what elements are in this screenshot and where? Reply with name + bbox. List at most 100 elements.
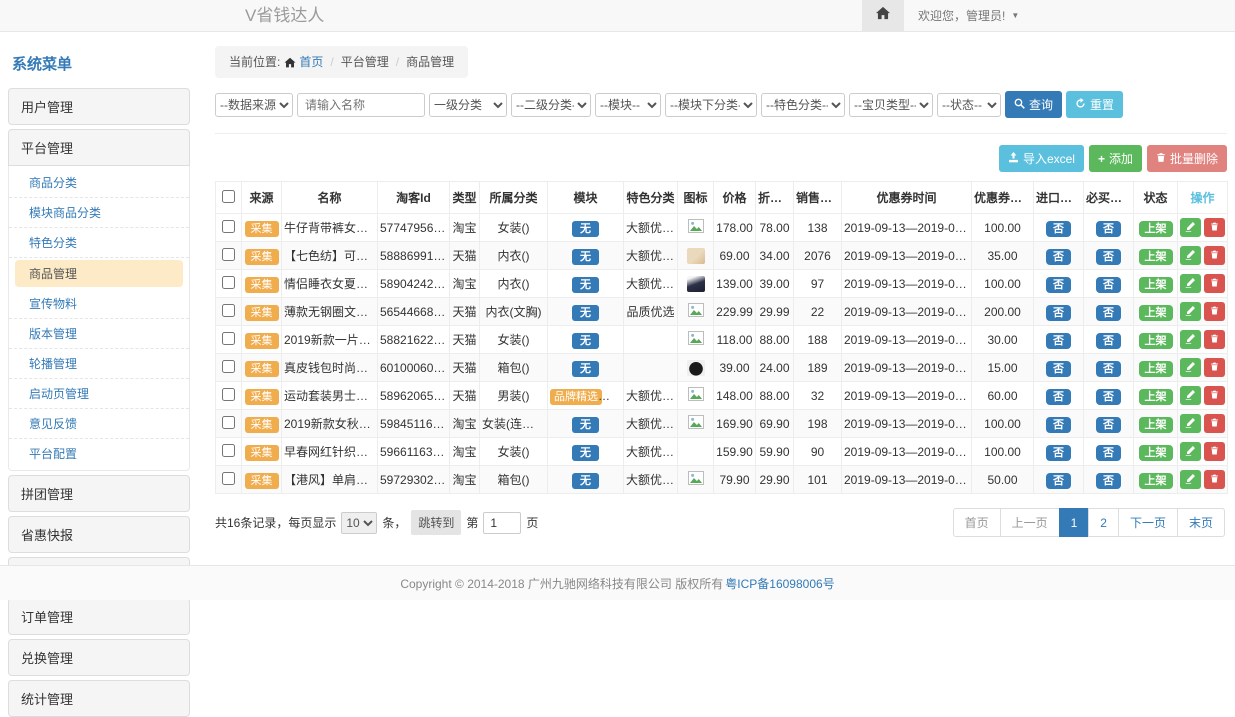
row-checkbox[interactable] xyxy=(222,472,235,485)
sidebar-group-exchange-management[interactable]: 兑换管理 xyxy=(8,639,190,676)
must-buy-toggle[interactable]: 否 xyxy=(1096,277,1121,293)
status-toggle[interactable]: 上架 xyxy=(1139,361,1173,377)
sidebar-group-order-management[interactable]: 订单管理 xyxy=(8,598,190,635)
row-checkbox[interactable] xyxy=(222,360,235,373)
sidebar-group-stats-management[interactable]: 统计管理 xyxy=(8,680,190,717)
sidebar-item-carousel-management[interactable]: 轮播管理 xyxy=(9,349,189,379)
delete-button[interactable] xyxy=(1204,218,1225,237)
status-toggle[interactable]: 上架 xyxy=(1139,333,1173,349)
edit-button[interactable] xyxy=(1180,470,1201,489)
delete-button[interactable] xyxy=(1204,302,1225,321)
must-buy-toggle[interactable]: 否 xyxy=(1096,249,1121,265)
edit-button[interactable] xyxy=(1180,358,1201,377)
sidebar-item-goods-category[interactable]: 商品分类 xyxy=(9,168,189,198)
delete-button[interactable] xyxy=(1204,274,1225,293)
import-preferred-toggle[interactable]: 否 xyxy=(1046,249,1071,265)
next-page-button[interactable]: 下一页 xyxy=(1118,508,1178,537)
must-buy-toggle[interactable]: 否 xyxy=(1096,305,1121,321)
page-number-input[interactable] xyxy=(483,512,521,534)
row-checkbox[interactable] xyxy=(222,388,235,401)
feature-category-select[interactable]: --特色分类-- xyxy=(761,93,845,117)
edit-button[interactable] xyxy=(1180,302,1201,321)
status-toggle[interactable]: 上架 xyxy=(1139,417,1173,433)
sidebar-item-module-goods-category[interactable]: 模块商品分类 xyxy=(9,198,189,228)
edit-button[interactable] xyxy=(1180,330,1201,349)
level2-category-select[interactable]: --二级分类-- xyxy=(511,93,591,117)
must-buy-toggle[interactable]: 否 xyxy=(1096,445,1121,461)
batch-delete-button[interactable]: 批量删除 xyxy=(1147,145,1227,172)
sidebar-item-feature-category[interactable]: 特色分类 xyxy=(9,228,189,258)
query-button[interactable]: 查询 xyxy=(1005,91,1062,118)
sidebar-item-promo-materials[interactable]: 宣传物料 xyxy=(9,289,189,319)
icp-link[interactable]: 粤ICP备16098006号 xyxy=(725,575,834,592)
import-preferred-toggle[interactable]: 否 xyxy=(1046,305,1071,321)
first-page-button[interactable]: 首页 xyxy=(953,508,1001,537)
delete-button[interactable] xyxy=(1204,246,1225,265)
data-source-select[interactable]: --数据来源-- xyxy=(215,93,293,117)
import-preferred-toggle[interactable]: 否 xyxy=(1046,221,1071,237)
sidebar-group-saving-express[interactable]: 省惠快报 xyxy=(8,516,190,553)
import-preferred-toggle[interactable]: 否 xyxy=(1046,389,1071,405)
edit-button[interactable] xyxy=(1180,386,1201,405)
level1-category-select[interactable]: 一级分类 xyxy=(429,93,507,117)
row-checkbox[interactable] xyxy=(222,220,235,233)
sidebar-group-user-management[interactable]: 用户管理 xyxy=(8,88,190,125)
row-checkbox[interactable] xyxy=(222,304,235,317)
name-search-input[interactable] xyxy=(297,93,425,117)
status-toggle[interactable]: 上架 xyxy=(1139,249,1173,265)
sidebar-item-platform-config[interactable]: 平台配置 xyxy=(9,439,189,468)
row-checkbox[interactable] xyxy=(222,332,235,345)
sidebar-group-platform-management[interactable]: 平台管理 xyxy=(8,129,190,166)
page-1-button[interactable]: 1 xyxy=(1059,508,1090,537)
row-checkbox[interactable] xyxy=(222,248,235,261)
status-select[interactable]: --状态-- xyxy=(937,93,1001,117)
sidebar-item-goods-management[interactable]: 商品管理 xyxy=(15,260,183,287)
must-buy-toggle[interactable]: 否 xyxy=(1096,333,1121,349)
sidebar-item-version-management[interactable]: 版本管理 xyxy=(9,319,189,349)
page-size-select[interactable]: 10 xyxy=(341,512,377,534)
status-toggle[interactable]: 上架 xyxy=(1139,277,1173,293)
edit-button[interactable] xyxy=(1180,246,1201,265)
edit-button[interactable] xyxy=(1180,218,1201,237)
select-all-checkbox[interactable] xyxy=(222,190,235,203)
delete-button[interactable] xyxy=(1204,470,1225,489)
breadcrumb-home-link[interactable]: 首页 xyxy=(299,55,323,69)
import-excel-button[interactable]: 导入excel xyxy=(999,145,1084,172)
jump-button[interactable]: 跳转到 xyxy=(411,510,461,535)
delete-button[interactable] xyxy=(1204,330,1225,349)
import-preferred-toggle[interactable]: 否 xyxy=(1046,361,1071,377)
edit-button[interactable] xyxy=(1180,442,1201,461)
sidebar-item-feedback[interactable]: 意见反馈 xyxy=(9,409,189,439)
add-button[interactable]: + 添加 xyxy=(1089,145,1142,172)
module-select[interactable]: --模块-- xyxy=(595,93,661,117)
prev-page-button[interactable]: 上一页 xyxy=(1000,508,1060,537)
import-preferred-toggle[interactable]: 否 xyxy=(1046,417,1071,433)
row-checkbox[interactable] xyxy=(222,444,235,457)
delete-button[interactable] xyxy=(1204,414,1225,433)
must-buy-toggle[interactable]: 否 xyxy=(1096,361,1121,377)
edit-button[interactable] xyxy=(1180,414,1201,433)
import-preferred-toggle[interactable]: 否 xyxy=(1046,333,1071,349)
reset-button[interactable]: 重置 xyxy=(1066,91,1123,118)
module-subcategory-select[interactable]: --模块下分类-- xyxy=(665,93,757,117)
status-toggle[interactable]: 上架 xyxy=(1139,305,1173,321)
must-buy-toggle[interactable]: 否 xyxy=(1096,473,1121,489)
edit-button[interactable] xyxy=(1180,274,1201,293)
import-preferred-toggle[interactable]: 否 xyxy=(1046,277,1071,293)
import-preferred-toggle[interactable]: 否 xyxy=(1046,473,1071,489)
row-checkbox[interactable] xyxy=(222,276,235,289)
last-page-button[interactable]: 末页 xyxy=(1177,508,1225,537)
user-menu[interactable]: 欢迎您，管理员! ▼ xyxy=(904,0,1033,31)
status-toggle[interactable]: 上架 xyxy=(1139,221,1173,237)
delete-button[interactable] xyxy=(1204,358,1225,377)
must-buy-toggle[interactable]: 否 xyxy=(1096,389,1121,405)
import-preferred-toggle[interactable]: 否 xyxy=(1046,445,1071,461)
item-type-select[interactable]: --宝贝类型-- xyxy=(849,93,933,117)
status-toggle[interactable]: 上架 xyxy=(1139,389,1173,405)
sidebar-item-splash-management[interactable]: 启动页管理 xyxy=(9,379,189,409)
must-buy-toggle[interactable]: 否 xyxy=(1096,417,1121,433)
delete-button[interactable] xyxy=(1204,442,1225,461)
status-toggle[interactable]: 上架 xyxy=(1139,445,1173,461)
sidebar-group-groupbuy-management[interactable]: 拼团管理 xyxy=(8,475,190,512)
status-toggle[interactable]: 上架 xyxy=(1139,473,1173,489)
